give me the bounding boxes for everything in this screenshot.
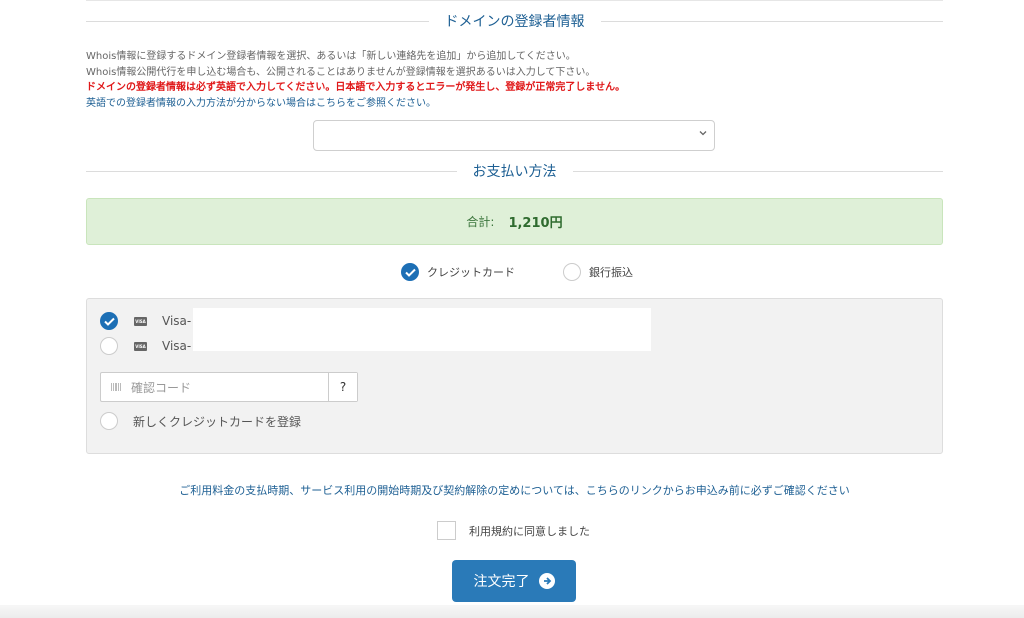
payment-section-title: お支払い方法 xyxy=(86,161,943,181)
registrant-note-2: Whois情報公開代行を申し込む場合も、公開されることはありませんが登録情報を選… xyxy=(86,66,596,78)
registrant-title: ドメインの登録者情報 xyxy=(444,14,585,30)
check-icon xyxy=(104,317,115,326)
visa-card-icon: VISA xyxy=(134,316,147,326)
agree-label: 利用規約に同意しました xyxy=(469,524,590,538)
payment-method-bank[interactable]: 銀行振込 xyxy=(563,263,633,281)
new-card-radio[interactable] xyxy=(100,412,118,430)
bank-label: 銀行振込 xyxy=(589,266,633,279)
credit-radio-checked[interactable] xyxy=(401,263,419,281)
arrow-right-circle-icon xyxy=(538,573,555,589)
registrant-notes: Whois情報に登録するドメイン登録者情報を選択、あるいは「新しい連絡先を追加」… xyxy=(86,49,625,111)
cvc-help-button[interactable]: ? xyxy=(328,373,357,401)
english-help-link[interactable]: 英語での登録者情報の入力方法が分からない場合はこちらをご参照ください。 xyxy=(86,96,625,112)
new-card-label: 新しくクレジットカードを登録 xyxy=(133,414,302,429)
terms-notice-link[interactable]: ご利用料金の支払時期、サービス利用の開始時期及び契約解除の定めについては、こちら… xyxy=(0,482,1024,498)
registrant-select[interactable] xyxy=(313,120,715,151)
card-2-label: Visa- xyxy=(162,339,192,353)
agree-checkbox[interactable] xyxy=(437,521,456,540)
card-1-label: Visa- xyxy=(162,314,192,328)
title-rule-right xyxy=(572,170,943,172)
terms-agree[interactable]: 利用規約に同意しました xyxy=(437,521,590,540)
redacted-card-details xyxy=(193,308,651,351)
check-icon xyxy=(405,268,416,277)
top-divider xyxy=(86,0,943,1)
saved-card-1[interactable]: VISA Visa- xyxy=(100,312,191,330)
cvc-group: 確認コード ? xyxy=(100,372,358,402)
registrant-note-1: Whois情報に登録するドメイン登録者情報を選択、あるいは「新しい連絡先を追加」… xyxy=(86,51,576,62)
card-2-radio[interactable] xyxy=(100,337,118,355)
english-warning: ドメインの登録者情報は必ず英語で入力してください。日本語で入力するとエラーが発生… xyxy=(86,82,626,93)
saved-card-2[interactable]: VISA Visa- xyxy=(100,337,191,355)
submit-order-button[interactable]: 注文完了 xyxy=(452,560,576,602)
card-1-radio-checked[interactable] xyxy=(100,312,118,330)
cvc-input[interactable]: 確認コード xyxy=(101,373,328,401)
submit-label: 注文完了 xyxy=(473,574,530,590)
credit-label: クレジットカード xyxy=(427,266,515,279)
total-label: 合計: xyxy=(466,215,495,229)
visa-card-icon: VISA xyxy=(134,341,147,351)
payment-method-credit[interactable]: クレジットカード xyxy=(401,263,515,281)
cvc-placeholder: 確認コード xyxy=(131,380,192,395)
chevron-down-icon xyxy=(699,131,707,136)
new-card-option[interactable]: 新しくクレジットカードを登録 xyxy=(100,412,301,430)
total-amount: 1,210円 xyxy=(508,216,563,231)
payment-title: お支払い方法 xyxy=(472,164,557,180)
card-barcode-icon xyxy=(111,383,121,391)
title-rule-right xyxy=(600,20,943,22)
title-rule-left xyxy=(86,170,457,172)
page-bottom-edge xyxy=(0,605,1024,618)
registrant-section-title: ドメインの登録者情報 xyxy=(86,11,943,31)
bank-radio[interactable] xyxy=(563,263,581,281)
title-rule-left xyxy=(86,20,429,22)
total-box: 合計: 1,210円 xyxy=(86,198,943,245)
